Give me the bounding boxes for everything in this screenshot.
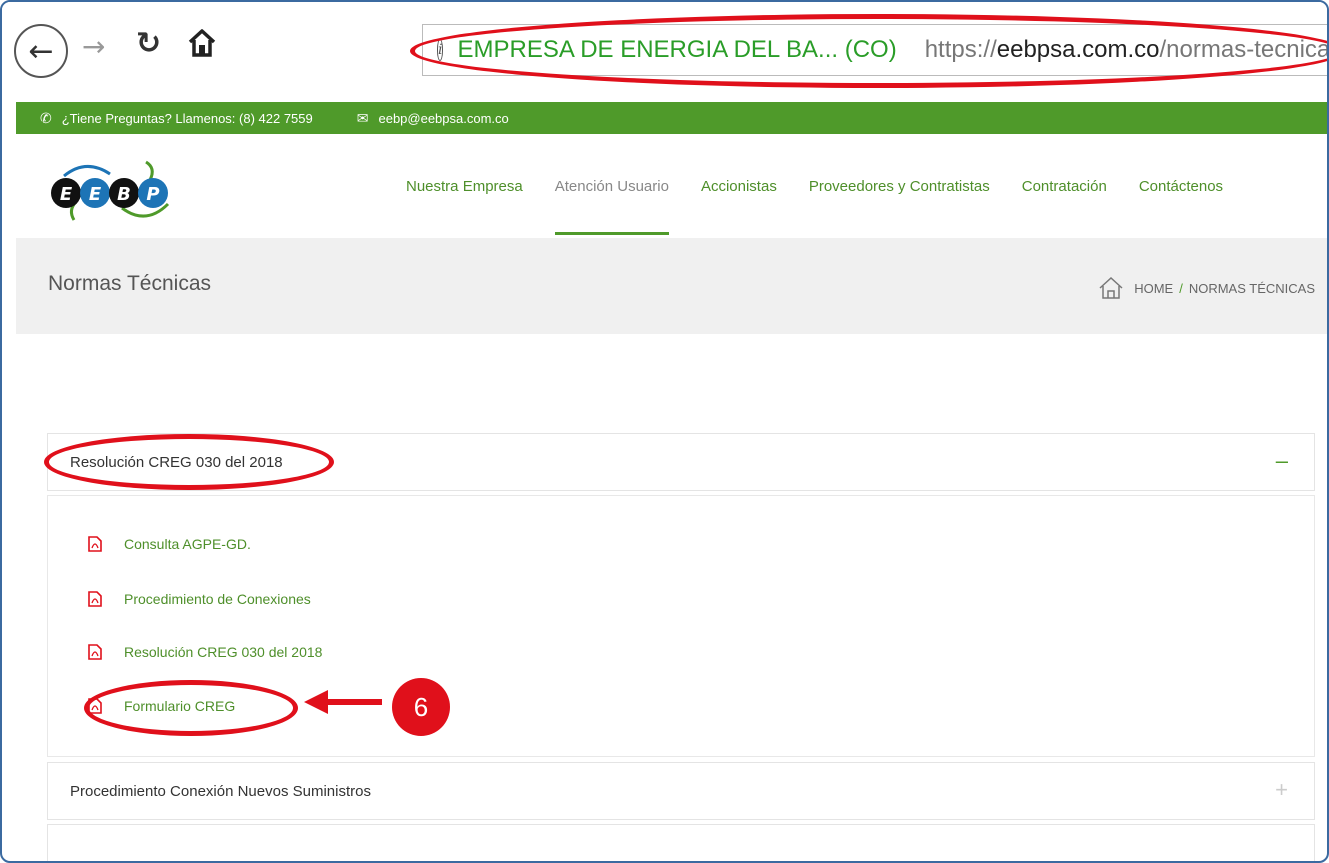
logo-letter: P [146, 184, 159, 205]
pdf-icon [88, 536, 102, 552]
nav-contactenos[interactable]: Contáctenos [1139, 178, 1223, 195]
nav-accionistas[interactable]: Accionistas [701, 178, 777, 195]
breadcrumb-current: NORMAS TÉCNICAS [1188, 280, 1315, 296]
address-bar[interactable]: i EMPRESA DE ENERGIA DEL BA... (CO) http… [422, 24, 1329, 76]
nav-proveedores-contratistas[interactable]: Proveedores y Contratistas [809, 178, 990, 195]
callout-arrow-icon [304, 690, 382, 714]
logo-letter: E [60, 184, 73, 205]
email-contact[interactable]: ✉ eebp@eebpsa.com.co [357, 110, 509, 127]
doc-link-label: Resolución CREG 030 del 2018 [124, 644, 323, 660]
contact-strip: ✆ ¿Tiene Preguntas? Llamenos: (8) 422 75… [16, 102, 1327, 134]
nav-contratacion[interactable]: Contratación [1022, 178, 1107, 195]
phone-icon: ✆ [40, 109, 52, 126]
doc-link-label: Consulta AGPE-GD. [124, 536, 251, 552]
home-icon[interactable] [188, 28, 216, 58]
doc-link-resolucion-creg[interactable]: Resolución CREG 030 del 2018 [88, 644, 322, 660]
eebp-logo[interactable]: E E B P [46, 154, 176, 230]
url-path: /normas-tecnicas/ [1159, 36, 1329, 63]
url-host: eebpsa.com.co [996, 36, 1160, 63]
url-text[interactable]: https://eebpsa.com.co/normas-tecnicas/ [924, 36, 1329, 64]
info-icon[interactable]: i [437, 39, 444, 61]
doc-link-procedimiento-conexiones[interactable]: Procedimiento de Conexiones [88, 591, 311, 607]
accordion-next-section[interactable] [47, 824, 1315, 861]
expand-icon[interactable]: + [1275, 777, 1288, 803]
back-arrow-icon[interactable]: ← [14, 24, 68, 78]
phone-text: ¿Tiene Preguntas? Llamenos: (8) 422 7559 [61, 110, 313, 126]
collapse-icon[interactable]: – [1276, 448, 1288, 474]
breadcrumb-home-icon[interactable] [1098, 276, 1124, 300]
pdf-icon [88, 698, 102, 714]
pdf-icon [88, 644, 102, 660]
accordion-procedimiento-conexion[interactable]: Procedimiento Conexión Nuevos Suministro… [47, 762, 1315, 820]
accordion-body: Consulta AGPE-GD. Procedimiento de Conex… [47, 495, 1315, 757]
page-title-band: Normas Técnicas HOME / NORMAS TÉCNICAS [16, 238, 1327, 334]
accordion-resolucion-creg[interactable]: Resolución CREG 030 del 2018 – [47, 433, 1315, 491]
reload-icon[interactable]: ↻ [136, 26, 161, 61]
step-number-badge: 6 [392, 678, 450, 736]
phone-contact[interactable]: ✆ ¿Tiene Preguntas? Llamenos: (8) 422 75… [40, 110, 313, 127]
logo-letter: E [89, 184, 102, 205]
screenshot-frame: ← → ↻ i EMPRESA DE ENERGIA DEL BA... (CO… [0, 0, 1329, 863]
doc-link-label: Formulario CREG [124, 698, 236, 714]
breadcrumb: HOME / NORMAS TÉCNICAS [1098, 276, 1315, 300]
forward-arrow-icon[interactable]: → [82, 30, 105, 63]
accordion-header[interactable]: Resolución CREG 030 del 2018 – [48, 434, 1314, 490]
doc-link-label: Procedimiento de Conexiones [124, 591, 311, 607]
main-nav: Nuestra Empresa Atención Usuario Accioni… [406, 178, 1255, 235]
nav-nuestra-empresa[interactable]: Nuestra Empresa [406, 178, 523, 195]
envelope-icon: ✉ [356, 109, 369, 126]
site-header: E E B P Nuestra Empresa Atención Usuario… [16, 134, 1327, 238]
accordion-title: Resolución CREG 030 del 2018 [70, 453, 283, 471]
page-title: Normas Técnicas [48, 272, 211, 295]
breadcrumb-home[interactable]: HOME [1134, 281, 1173, 296]
logo-letter: B [117, 184, 131, 205]
nav-atencion-usuario[interactable]: Atención Usuario [554, 178, 670, 235]
doc-link-formulario-creg[interactable]: Formulario CREG [88, 698, 235, 714]
accordion-header[interactable]: Procedimiento Conexión Nuevos Suministro… [48, 763, 1314, 819]
pdf-icon [88, 591, 102, 607]
doc-link-consulta-agpe[interactable]: Consulta AGPE-GD. [88, 536, 251, 552]
url-scheme: https:// [924, 36, 997, 63]
email-text: eebp@eebpsa.com.co [378, 110, 509, 126]
browser-toolbar: ← → ↻ i EMPRESA DE ENERGIA DEL BA... (CO… [2, 2, 1329, 94]
accordion-title: Procedimiento Conexión Nuevos Suministro… [70, 782, 371, 800]
breadcrumb-separator: / [1179, 280, 1183, 296]
site-identity: EMPRESA DE ENERGIA DEL BA... (CO) [457, 36, 897, 63]
